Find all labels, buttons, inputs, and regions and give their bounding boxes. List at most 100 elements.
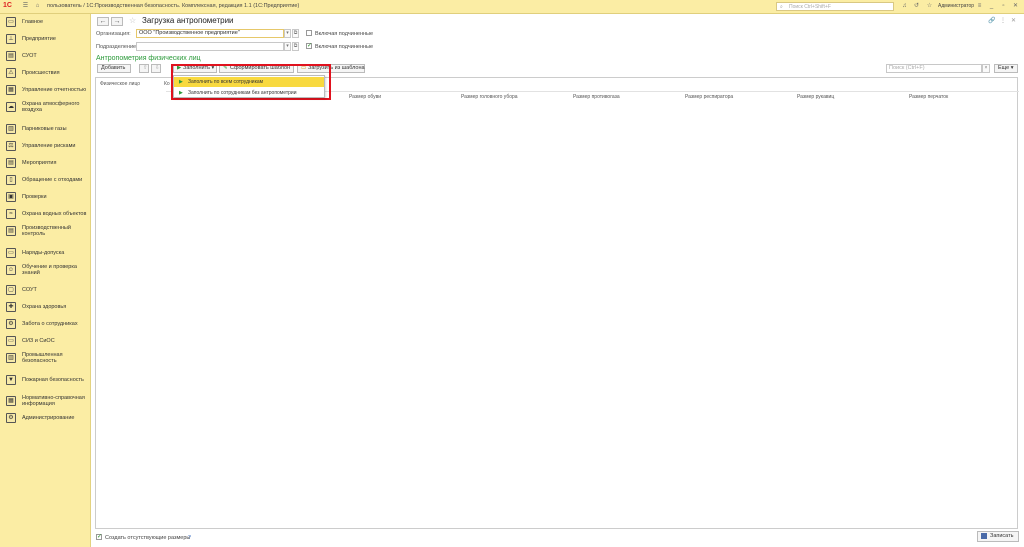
sidebar-item-label: Охрана атмосферного воздуха (22, 101, 80, 113)
training-icon: ☺ (6, 265, 16, 275)
column-header-shoe-size[interactable]: Размер обуви (349, 94, 381, 100)
org-open-button[interactable]: ⧉ (292, 29, 299, 38)
create-missing-checkbox[interactable]: ✓ (96, 534, 102, 540)
sidebar-item-label: СИЗ и СиОС (22, 338, 55, 344)
sidebar-item[interactable]: ▭ СИЗ и СиОС (0, 335, 91, 351)
reference-icon: ▦ (6, 396, 16, 406)
home-icon[interactable]: ⌂ (34, 3, 41, 10)
sidebar-item[interactable]: ⚙ Администрирование (0, 412, 91, 428)
home-icon: ▭ (6, 17, 16, 27)
fill-all-employees-item[interactable]: ▶ Заполнить по всем сотрудникам (174, 77, 324, 87)
sidebar-item[interactable]: ▣ Проверки (0, 191, 91, 207)
sidebar-item[interactable]: ≈ Охрана водных объектов (0, 208, 91, 224)
sidebar-item-label: Пожарная безопасность (22, 377, 84, 383)
org-dropdown-button[interactable]: ▾ (284, 29, 291, 38)
sidebar-item[interactable]: ▥ Парниковые газы (0, 123, 91, 139)
department-field[interactable] (136, 42, 284, 51)
sidebar-item-label: Проверки (22, 194, 47, 200)
help-icon[interactable]: ? (188, 535, 191, 541)
org-include-sub-label: Включая подчиненные (315, 31, 374, 37)
gas-icon: ▥ (6, 124, 16, 134)
reports-icon: ▦ (6, 85, 16, 95)
menu-icon[interactable]: ☰ (22, 3, 29, 10)
sidebar-item[interactable]: ▢ СОУТ (0, 284, 91, 300)
back-button[interactable]: ← (97, 17, 109, 26)
dept-include-sub-label: Включая подчиненные (315, 44, 374, 50)
fire-icon: ▼ (6, 375, 16, 385)
dept-include-sub-checkbox[interactable]: ✓ (306, 43, 312, 49)
dept-dropdown-button[interactable]: ▾ (284, 42, 291, 51)
anthropometry-table[interactable]: Физическое лицо Ко Размер обуви Размер г… (95, 77, 1019, 529)
sidebar-item-label: СУОТ (22, 53, 37, 59)
sidebar-item[interactable]: ▤ СУОТ (0, 50, 91, 66)
sidebar-item[interactable]: ▭ Наряды-допуска (0, 247, 91, 263)
column-header-ko[interactable]: Ко (164, 81, 170, 87)
add-button[interactable]: Добавить (97, 64, 131, 73)
close-icon[interactable]: ✕ (1012, 3, 1019, 10)
sidebar-item-label: Главное (22, 19, 44, 25)
sidebar-item[interactable]: ⚠ Происшествия (0, 67, 91, 83)
org-include-sub-checkbox[interactable] (306, 30, 312, 36)
sidebar-item[interactable]: ▦ Нормативно-справочная информация (0, 395, 91, 411)
more-button[interactable]: Еще ▾ (994, 64, 1018, 73)
sidebar-item-label: Нормативно-справочная информация (22, 395, 85, 407)
sidebar-item-label: Забота о сотрудниках (22, 321, 78, 327)
sidebar-item[interactable]: ⚖ Управление рисками (0, 140, 91, 156)
sidebar-item[interactable]: ⚙ Забота о сотрудниках (0, 318, 91, 334)
favorite-star-icon[interactable]: ☆ (129, 16, 136, 25)
admin-icon: ⚙ (6, 413, 16, 423)
suot-icon: ▤ (6, 51, 16, 61)
permits-icon: ▭ (6, 248, 16, 258)
sidebar-item-label: Парниковые газы (22, 126, 67, 132)
care-icon: ⚙ (6, 319, 16, 329)
history-icon[interactable]: ↺ (913, 3, 920, 10)
close-form-icon[interactable]: ✕ (1011, 17, 1016, 24)
fill-without-anthropometry-item[interactable]: ▶ Заполнить по сотрудникам без антропоме… (174, 88, 324, 98)
user-name[interactable]: Администратор (938, 3, 974, 9)
sidebar-item[interactable]: ▭ Главное (0, 16, 91, 32)
main-content: ← → ☆ Загрузка антропометрии 🔗 ⋮ ✕ Орган… (91, 14, 1024, 547)
sidebar-item[interactable]: ▤ Производственный контроль (0, 225, 91, 241)
sidebar-item-label: Управление рисками (22, 143, 76, 149)
risk-icon: ⚖ (6, 141, 16, 151)
sidebar-item[interactable]: ✚ Охрана здоровья (0, 301, 91, 317)
sidebar-item-label: Предприятие (22, 36, 56, 42)
table-search-input[interactable]: Поиск (Ctrl+F) (886, 64, 982, 73)
column-header-gloves-size[interactable]: Размер перчаток (909, 94, 948, 100)
sidebar-item[interactable]: ☺ Обучение и проверка знаний (0, 264, 91, 280)
industrial-icon: ▥ (6, 353, 16, 363)
org-structure-icon: ⊥ (6, 34, 16, 44)
sidebar-item-label: Администрирование (22, 415, 75, 421)
column-header-mittens-size[interactable]: Размер рукавиц (797, 94, 834, 100)
sidebar-item[interactable]: ▦ Управление отчетностью (0, 84, 91, 100)
save-button[interactable]: Записать (977, 531, 1019, 542)
move-down-button[interactable]: ⇩ (151, 64, 161, 73)
sidebar-item[interactable]: ⊥ Предприятие (0, 33, 91, 49)
water-icon: ≈ (6, 209, 16, 219)
organization-field[interactable]: ООО "Производственное предприятие" (136, 29, 284, 38)
forward-button[interactable]: → (111, 17, 123, 26)
global-search-input[interactable]: ⌕ Поиск Ctrl+Shift+F (776, 2, 894, 11)
sidebar-item[interactable]: ▤ Мероприятия (0, 157, 91, 173)
minimize-icon[interactable]: _ (988, 3, 995, 10)
column-header-gasmask-size[interactable]: Размер противогаза (573, 94, 620, 100)
move-up-button[interactable]: ⇧ (139, 64, 149, 73)
sidebar-item-label: Управление отчетностью (22, 87, 87, 93)
more-icon[interactable]: ⋮ (1000, 17, 1006, 24)
maximize-icon[interactable]: ▫ (1000, 3, 1007, 10)
sidebar-item[interactable]: ☁ Охрана атмосферного воздуха (0, 101, 91, 117)
search-clear-button[interactable]: × (982, 64, 990, 73)
bell-icon[interactable]: ♫ (901, 3, 908, 10)
sidebar-item[interactable]: ▼ Пожарная безопасность (0, 374, 91, 390)
settings-icon[interactable]: ≡ (976, 3, 983, 10)
sidebar-item-label: Обращение с отходами (22, 177, 83, 183)
column-header-respirator-size[interactable]: Размер респиратора (685, 94, 733, 100)
favorites-icon[interactable]: ☆ (926, 3, 933, 10)
column-header-person[interactable]: Физическое лицо (100, 81, 140, 87)
sidebar-item[interactable]: ▥ Промышленная безопасность (0, 352, 91, 368)
column-header-headwear-size[interactable]: Размер головного убора (461, 94, 518, 100)
sidebar-item[interactable]: ▯ Обращение с отходами (0, 174, 91, 190)
link-icon[interactable]: 🔗 (988, 17, 995, 24)
ppe-icon: ▭ (6, 336, 16, 346)
dept-open-button[interactable]: ⧉ (292, 42, 299, 51)
